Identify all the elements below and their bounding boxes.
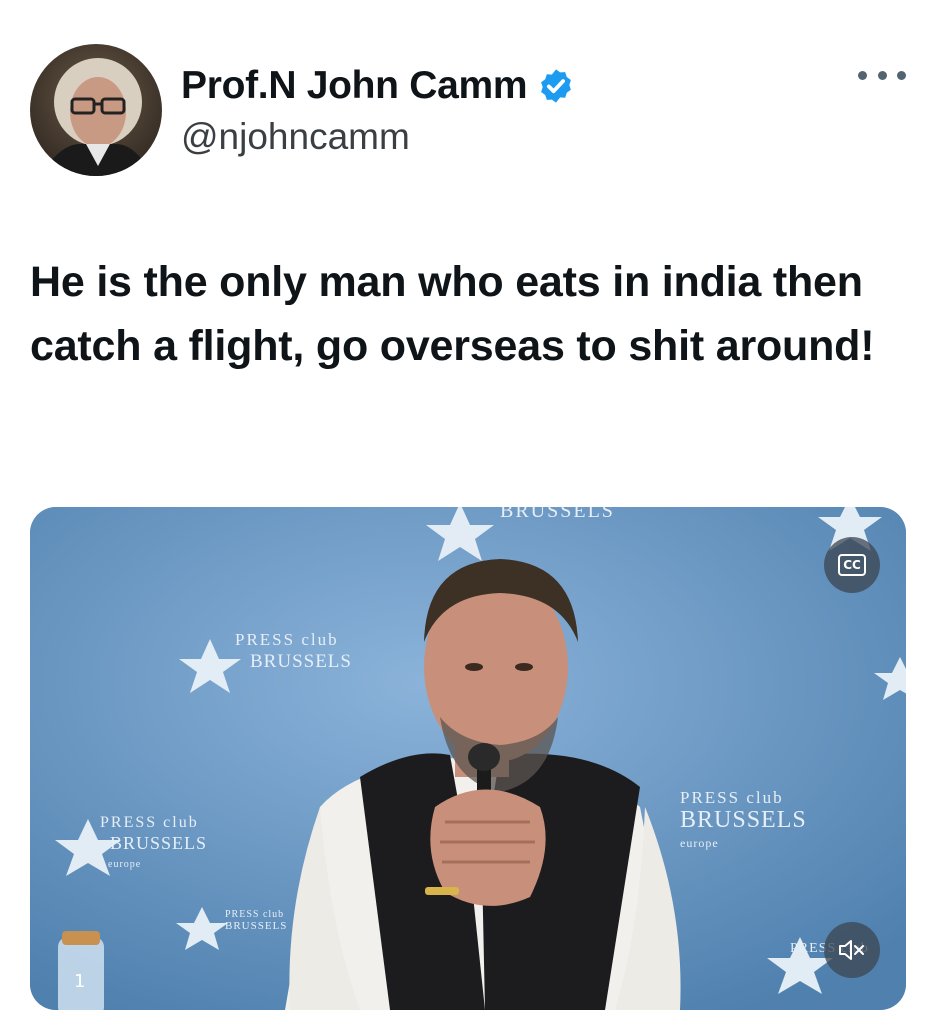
speaker-muted-icon bbox=[839, 940, 864, 960]
more-dot bbox=[858, 70, 867, 80]
svg-text:BRUSSELS: BRUSSELS bbox=[250, 651, 352, 672]
svg-text:europe: europe bbox=[108, 859, 141, 870]
tweet-video[interactable]: BRUSSELS PRESS club BRUSSELS PRESS club … bbox=[30, 507, 906, 1010]
svg-text:BRUSSELS: BRUSSELS bbox=[500, 507, 615, 522]
mute-button[interactable] bbox=[824, 922, 880, 978]
author-avatar[interactable] bbox=[30, 44, 162, 176]
tweet-card: Prof.N John Camm @njohncamm He is the on… bbox=[0, 0, 936, 1024]
svg-text:BRUSSELS: BRUSSELS bbox=[680, 807, 807, 833]
avatar-image bbox=[30, 44, 162, 176]
svg-text:PRESS club: PRESS club bbox=[100, 814, 199, 831]
captions-icon: CC bbox=[838, 554, 866, 576]
more-options-icon[interactable] bbox=[858, 60, 906, 90]
svg-text:PRESS club: PRESS club bbox=[225, 909, 284, 920]
captions-button[interactable]: CC bbox=[824, 537, 880, 593]
svg-text:PRESS club: PRESS club bbox=[235, 630, 339, 649]
tweet-text: He is the only man who eats in india the… bbox=[30, 258, 875, 370]
water-bottle: 1 bbox=[58, 931, 104, 1010]
author-handle[interactable]: @njohncamm bbox=[181, 116, 410, 158]
author-name-row: Prof.N John Camm bbox=[181, 60, 575, 112]
more-dot bbox=[877, 70, 887, 80]
more-dot bbox=[897, 70, 906, 80]
svg-text:1: 1 bbox=[74, 971, 85, 992]
svg-text:BRUSSELS: BRUSSELS bbox=[225, 920, 287, 932]
svg-text:PRESS club: PRESS club bbox=[680, 788, 784, 807]
svg-text:europe: europe bbox=[680, 836, 719, 850]
svg-text:BRUSSELS: BRUSSELS bbox=[110, 833, 207, 853]
author-display-name[interactable]: Prof.N John Camm bbox=[181, 64, 528, 108]
video-frame: BRUSSELS PRESS club BRUSSELS PRESS club … bbox=[30, 507, 906, 1010]
verified-badge-icon bbox=[537, 67, 575, 105]
